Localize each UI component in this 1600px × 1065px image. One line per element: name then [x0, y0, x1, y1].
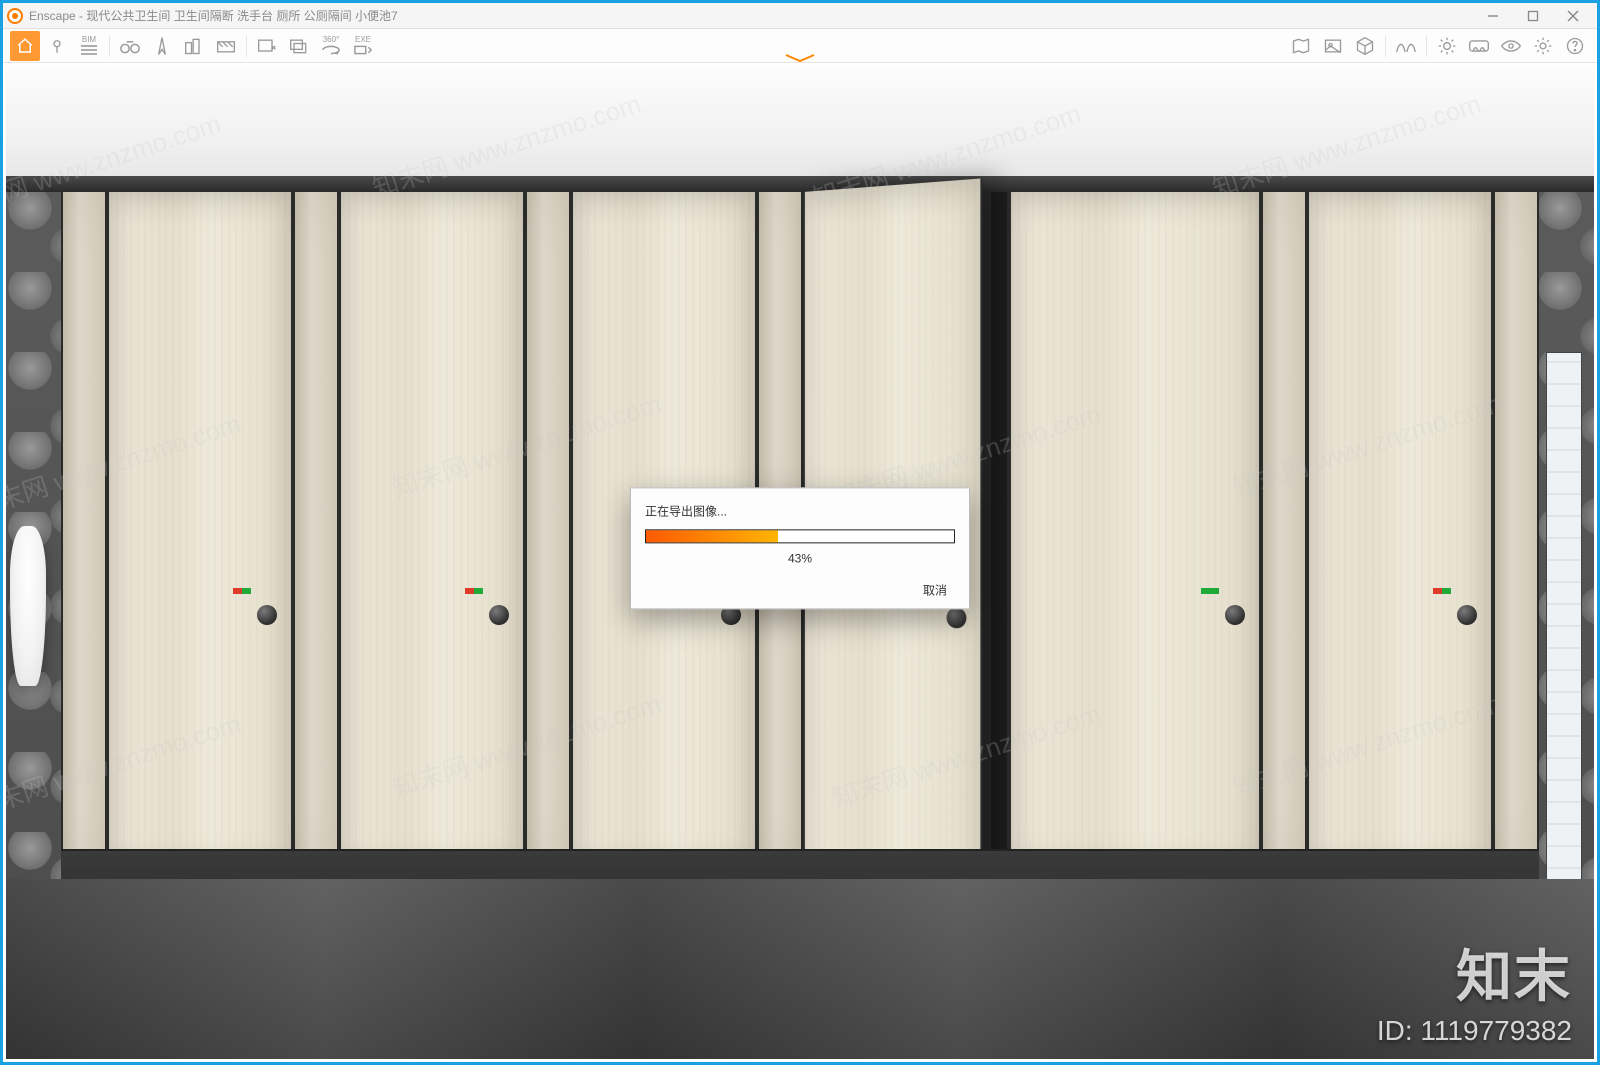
ceiling	[6, 66, 1594, 176]
progress-percent: 43%	[645, 551, 955, 565]
buildings-button[interactable]	[179, 31, 209, 61]
ceiling-trim	[6, 176, 1594, 192]
partition-stile	[293, 192, 339, 869]
window-blinds	[1546, 352, 1582, 912]
pano-label: 360°	[323, 36, 340, 44]
partition-stile	[61, 192, 107, 869]
asset-library-button[interactable]	[1318, 31, 1348, 61]
cancel-button[interactable]: 取消	[915, 579, 955, 601]
bim-label: BIM	[82, 36, 96, 44]
toolbar-separator	[109, 35, 110, 57]
cubicle-door	[107, 192, 293, 869]
help-button[interactable]	[1560, 31, 1590, 61]
dialog-message: 正在导出图像...	[645, 502, 955, 519]
cubicle-door	[339, 192, 525, 869]
toolbar-separator	[246, 35, 247, 57]
visibility-button[interactable]	[1496, 31, 1526, 61]
compass-button[interactable]	[147, 31, 177, 61]
settings-button[interactable]	[1528, 31, 1558, 61]
video-button[interactable]	[211, 31, 241, 61]
minimize-button[interactable]	[1473, 3, 1513, 29]
door-handle-icon	[489, 605, 509, 625]
binoculars-button[interactable]	[115, 31, 145, 61]
bim-button[interactable]: BIM	[74, 31, 104, 61]
home-button[interactable]	[10, 31, 40, 61]
export-progress-dialog: 正在导出图像... 43% 取消	[630, 487, 970, 609]
occupancy-indicator-icon	[1433, 588, 1451, 594]
walk-mode-button[interactable]	[1391, 31, 1421, 61]
exe-label: EXE	[355, 36, 371, 44]
maximize-button[interactable]	[1513, 3, 1553, 29]
exe-export-button[interactable]: EXE	[348, 31, 378, 61]
progress-bar	[645, 529, 955, 543]
door-handle-icon	[1457, 605, 1477, 625]
materials-button[interactable]	[1350, 31, 1380, 61]
batch-render-button[interactable]	[284, 31, 314, 61]
progress-fill	[646, 530, 778, 542]
occupancy-indicator-icon	[1201, 588, 1219, 594]
collapse-toolbar-caret[interactable]	[770, 53, 830, 63]
window-title: Enscape - 现代公共卫生间 卫生间隔断 洗手台 厕所 公厕隔间 小便池7	[29, 7, 398, 24]
occupancy-indicator-icon	[233, 588, 251, 594]
partition-stile	[1261, 192, 1307, 869]
partition-stile	[1493, 192, 1539, 869]
toolbar: BIM 360° EXE	[3, 29, 1597, 63]
door-handle-icon	[257, 605, 277, 625]
vr-button[interactable]	[1464, 31, 1494, 61]
pano-360-button[interactable]: 360°	[316, 31, 346, 61]
close-button[interactable]	[1553, 3, 1593, 29]
floor	[6, 879, 1594, 1059]
render-viewport[interactable]: 知末网 www.znzmo.com 知末网 www.znzmo.com 知末网 …	[6, 66, 1594, 1059]
minimap-button[interactable]	[1286, 31, 1316, 61]
urinal	[10, 526, 46, 686]
toolbar-separator	[1385, 35, 1386, 57]
cubicle-door	[1009, 192, 1261, 869]
screenshot-button[interactable]	[252, 31, 282, 61]
titlebar: Enscape - 现代公共卫生间 卫生间隔断 洗手台 厕所 公厕隔间 小便池7	[3, 3, 1597, 29]
partition-stile	[989, 192, 1009, 869]
door-handle-icon	[1225, 605, 1245, 625]
occupancy-indicator-icon	[465, 588, 483, 594]
sun-button[interactable]	[1432, 31, 1462, 61]
pin-button[interactable]	[42, 31, 72, 61]
cubicle-door	[1307, 192, 1493, 869]
app-logo-icon	[7, 8, 23, 24]
door-handle-icon	[947, 607, 967, 628]
toolbar-separator	[1426, 35, 1427, 57]
partition-stile	[525, 192, 571, 869]
